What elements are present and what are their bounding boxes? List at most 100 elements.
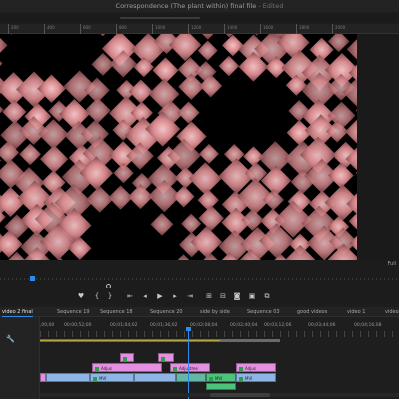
scrubber-track[interactable] — [0, 278, 399, 280]
fx-badge — [123, 357, 127, 361]
ruler-tick: 1000 — [152, 24, 165, 34]
ruler-label: 1000 — [155, 25, 166, 30]
timecode-label: 00;02;40;04 — [230, 323, 258, 328]
fit-dropdown[interactable]: Full — [387, 261, 396, 267]
clip-video[interactable] — [176, 373, 206, 382]
clip-video[interactable]: MVI — [90, 373, 134, 382]
timecode-label: 00;04;16;08 — [354, 323, 382, 328]
ruler-tick: 1600 — [260, 24, 273, 34]
ruler-tick: 2000 — [332, 24, 345, 34]
clip-adjustment[interactable] — [120, 353, 134, 362]
scroll-thumb[interactable] — [210, 393, 270, 397]
ruler-tick: 1800 — [296, 24, 309, 34]
monitor-side-panel — [357, 34, 399, 260]
ruler-tick: 1200 — [188, 24, 201, 34]
ruler-tick: 1400 — [224, 24, 237, 34]
fx-badge — [173, 367, 177, 371]
fx-badge — [161, 357, 165, 361]
video-frame-image — [0, 34, 357, 260]
program-monitor — [0, 34, 399, 260]
step-back-icon[interactable]: ◂ — [139, 291, 151, 301]
button-editor-icon[interactable]: ⧉ — [261, 291, 273, 301]
clip-adjustment[interactable] — [158, 353, 174, 362]
tab-side-by-side[interactable]: side by side — [200, 307, 230, 317]
ruler-tick: 800 — [116, 24, 127, 34]
edited-indicator: - Edited — [258, 2, 284, 10]
timecode-label: ,00;00 — [40, 323, 55, 328]
step-forward-icon[interactable]: ▸ — [169, 291, 181, 301]
ruler-label: 1800 — [299, 25, 310, 30]
go-to-out-icon[interactable]: ⇥ — [184, 291, 196, 301]
export-frame-icon[interactable]: ◙ — [231, 291, 243, 301]
clip-label: MVI — [99, 376, 107, 381]
mark-out-icon[interactable]: } — [104, 291, 116, 301]
clip-video[interactable]: MVI — [206, 373, 236, 382]
transport-controls: ♥ { } ⇤ ◂ ▶ ▸ ⇥ ⊞ ⊟ ◙ ▣ ⧉ — [0, 288, 399, 304]
wrench-icon[interactable]: 🔧 — [6, 335, 15, 343]
go-to-in-icon[interactable]: ⇤ — [124, 291, 136, 301]
timecode-label: 00;03;12;06 — [264, 323, 292, 328]
ruler-label: 2000 — [335, 25, 346, 30]
marker-icon[interactable]: ♥ — [75, 291, 87, 301]
timecode-label: 00;02;08;04 — [190, 323, 218, 328]
clip-video[interactable] — [46, 373, 90, 382]
tab-sequence-19[interactable]: Sequence 19 — [57, 307, 90, 317]
tab-video-2-final[interactable]: video 2 final — [2, 307, 33, 317]
ruler-tick: 200 — [8, 24, 19, 34]
play-icon[interactable]: ▶ — [154, 291, 166, 301]
clip-audio[interactable] — [206, 383, 236, 390]
sequence-tabs: video 2 final Sequence 19 Sequence 18 Se… — [0, 307, 399, 317]
clip-label: Adjus — [101, 366, 112, 371]
monitor-zoom-scrollbar[interactable] — [0, 14, 399, 22]
window-title: Correspondence (The plant within) final … — [115, 2, 257, 10]
render-bar — [40, 340, 220, 341]
clip-adjustment[interactable]: Adjustme — [170, 363, 210, 372]
fx-badge — [209, 377, 213, 381]
monitor-footer: Full — [0, 260, 399, 270]
clip-adjustment[interactable]: Adjus — [236, 363, 276, 372]
ruler-tick: 600 — [80, 24, 91, 34]
tab-video-1[interactable]: video 1 — [347, 307, 365, 317]
clip-label: MVI — [245, 376, 253, 381]
program-video-frame[interactable] — [0, 34, 357, 260]
insert-icon[interactable]: ⊞ — [203, 291, 215, 301]
clip-label: MVI — [215, 376, 223, 381]
ruler-label: 1600 — [263, 25, 274, 30]
ruler-label: 200 — [11, 25, 19, 30]
tab-sequence-18[interactable]: Sequence 18 — [100, 307, 133, 317]
clip-adjustment[interactable]: Adjus — [92, 363, 162, 372]
in-marker[interactable] — [30, 276, 35, 281]
tab-good-videos[interactable]: good videos — [297, 307, 327, 317]
fx-badge — [95, 367, 99, 371]
pixel-ruler: 200 400 600 800 1000 1200 1400 1600 1800… — [0, 24, 399, 34]
timeline-scrollbar[interactable] — [40, 393, 399, 397]
fx-badge — [239, 377, 243, 381]
timecode-label: 00;01;36;02 — [150, 323, 178, 328]
ruler-tick: 400 — [44, 24, 55, 34]
ruler-label: 800 — [119, 25, 127, 30]
track-headers: 🔧 — [0, 317, 40, 399]
clip-video[interactable] — [134, 373, 176, 382]
clip-video[interactable]: MVI — [236, 373, 276, 382]
timecode-label: 00;01;04;02 — [110, 323, 138, 328]
tab-video[interactable]: video — [385, 307, 399, 317]
tab-sequence-03[interactable]: Sequence 03 — [247, 307, 280, 317]
tab-sequence-20[interactable]: Sequence 20 — [150, 307, 183, 317]
compare-icon[interactable]: ▣ — [246, 291, 258, 301]
timeline-panel: 🔧 ,00;00 00;00;52;00 00;01;04;02 00;01;3… — [0, 317, 399, 399]
overwrite-icon[interactable]: ⊟ — [217, 291, 229, 301]
timecode-label: 00;03;44;06 — [308, 323, 336, 328]
ruler-label: 400 — [47, 25, 55, 30]
timecode-label: 00;00;52;00 — [64, 323, 92, 328]
ruler-label: 600 — [83, 25, 91, 30]
window-title-bar: Correspondence (The plant within) final … — [0, 0, 399, 12]
mark-in-icon[interactable]: { — [91, 291, 103, 301]
ruler-label: 1400 — [227, 25, 238, 30]
timeline-playhead[interactable] — [186, 327, 191, 399]
scroll-thumb[interactable] — [120, 17, 200, 19]
monitor-scrubber[interactable] — [0, 270, 399, 289]
timecode-row: ,00;00 00;00;52;00 00;01;04;02 00;01;36;… — [40, 323, 399, 331]
ruler-label: 1200 — [191, 25, 202, 30]
timeline-ruler[interactable] — [40, 331, 399, 337]
clip-label: Adjus — [245, 366, 256, 371]
